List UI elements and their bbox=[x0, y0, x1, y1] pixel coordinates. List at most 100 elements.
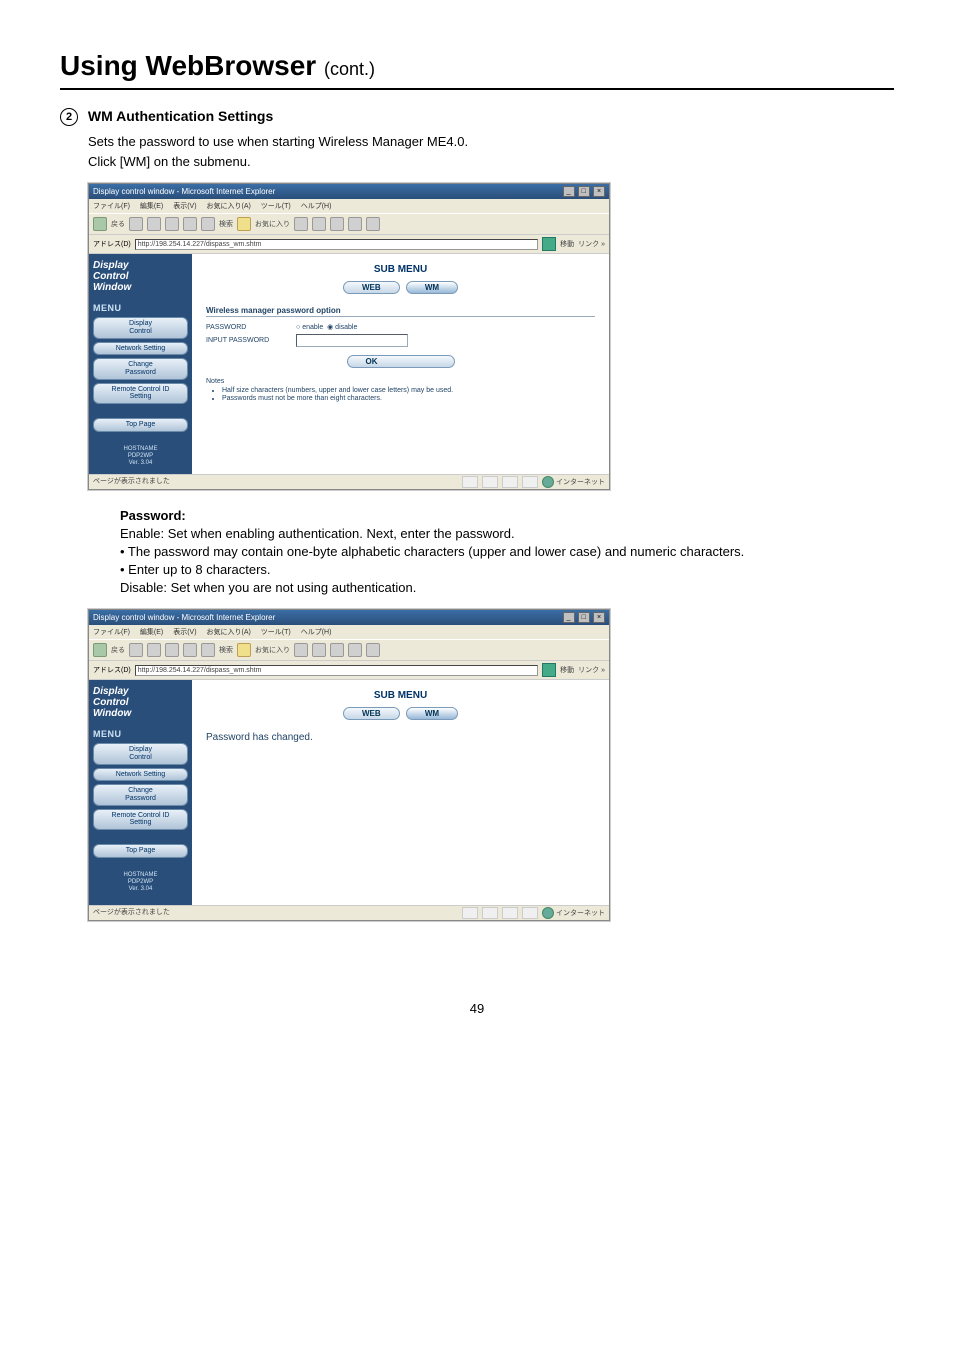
page-title: Using WebBrowser (cont.) bbox=[60, 50, 894, 90]
fav-icon[interactable] bbox=[237, 217, 251, 231]
max-icon[interactable]: □ bbox=[578, 612, 590, 623]
status-cell bbox=[502, 907, 518, 919]
ie-menubar: ファイル(F) 編集(E) 表示(V) お気に入り(A) ツール(T) ヘルプ(… bbox=[89, 199, 609, 213]
history-icon[interactable] bbox=[294, 217, 308, 231]
sidebar-item-network[interactable]: Network Setting bbox=[93, 342, 188, 356]
max-icon[interactable]: □ bbox=[578, 186, 590, 197]
links-label[interactable]: リンク » bbox=[578, 665, 605, 675]
menu-fav[interactable]: お気に入り(A) bbox=[207, 203, 251, 210]
links-label[interactable]: リンク » bbox=[578, 239, 605, 249]
menu-heading: MENU bbox=[93, 729, 188, 739]
addr-label: アドレス(D) bbox=[93, 239, 131, 249]
search-icon[interactable] bbox=[201, 643, 215, 657]
sidebar-item-change-password[interactable]: ChangePassword bbox=[93, 358, 188, 379]
sidebar-item-change-password[interactable]: ChangePassword bbox=[93, 784, 188, 805]
sidebar-item-remote-id[interactable]: Remote Control IDSetting bbox=[93, 383, 188, 404]
back-label[interactable]: 戻る bbox=[111, 645, 125, 655]
menu-view[interactable]: 表示(V) bbox=[173, 203, 196, 210]
tab-wm[interactable]: WM bbox=[406, 707, 458, 720]
addr-label: アドレス(D) bbox=[93, 665, 131, 675]
discuss-icon[interactable] bbox=[366, 643, 380, 657]
discuss-icon[interactable] bbox=[366, 217, 380, 231]
search-label[interactable]: 検索 bbox=[219, 219, 233, 229]
section-heading-text: WM Authentication Settings bbox=[88, 108, 273, 124]
print-icon[interactable] bbox=[330, 643, 344, 657]
edit-icon[interactable] bbox=[348, 643, 362, 657]
refresh-icon[interactable] bbox=[165, 643, 179, 657]
go-icon[interactable] bbox=[542, 663, 556, 677]
menu-help[interactable]: ヘルプ(H) bbox=[301, 629, 332, 636]
ie-window: Display control window - Microsoft Inter… bbox=[88, 609, 610, 921]
edit-icon[interactable] bbox=[348, 217, 362, 231]
menu-heading: MENU bbox=[93, 303, 188, 313]
sidebar: Display Control Window MENU DisplayContr… bbox=[89, 680, 192, 905]
radio-disable[interactable]: ◉ disable bbox=[327, 323, 357, 331]
sidebar-hostinfo: HOSTNAME PDP2WP Ver. 3.04 bbox=[93, 446, 188, 468]
go-label[interactable]: 移動 bbox=[560, 239, 574, 249]
history-icon[interactable] bbox=[294, 643, 308, 657]
sidebar-item-top[interactable]: Top Page bbox=[93, 844, 188, 858]
close-icon[interactable]: × bbox=[593, 612, 605, 623]
menu-edit[interactable]: 編集(E) bbox=[140, 203, 163, 210]
sidebar-item-display-control[interactable]: DisplayControl bbox=[93, 743, 188, 764]
sidebar-hostinfo: HOSTNAME PDP2WP Ver. 3.04 bbox=[93, 872, 188, 894]
fav-label[interactable]: お気に入り bbox=[255, 219, 290, 229]
back-icon[interactable] bbox=[93, 643, 107, 657]
menu-tool[interactable]: ツール(T) bbox=[261, 629, 291, 636]
go-icon[interactable] bbox=[542, 237, 556, 251]
search-label[interactable]: 検索 bbox=[219, 645, 233, 655]
home-icon[interactable] bbox=[183, 217, 197, 231]
fav-icon[interactable] bbox=[237, 643, 251, 657]
globe-icon bbox=[542, 907, 554, 919]
stop-icon[interactable] bbox=[147, 643, 161, 657]
addr-input[interactable]: http://198.254.14.227/dispass_wm.shtm bbox=[135, 239, 538, 250]
stop-icon[interactable] bbox=[147, 217, 161, 231]
menu-view[interactable]: 表示(V) bbox=[173, 629, 196, 636]
window-controls: _ □ × bbox=[562, 186, 605, 197]
tab-wm[interactable]: WM bbox=[406, 281, 458, 294]
print-icon[interactable] bbox=[330, 217, 344, 231]
submenu-tabs: WEB WM bbox=[206, 281, 595, 294]
refresh-icon[interactable] bbox=[165, 217, 179, 231]
menu-tool[interactable]: ツール(T) bbox=[261, 203, 291, 210]
ie-title-text: Display control window - Microsoft Inter… bbox=[93, 613, 275, 622]
desc-line1: Sets the password to use when starting W… bbox=[88, 134, 468, 149]
min-icon[interactable]: _ bbox=[563, 186, 575, 197]
notes-label: Notes bbox=[206, 378, 224, 385]
menu-file[interactable]: ファイル(F) bbox=[93, 203, 130, 210]
ie-toolbar: 戻る 検索 お気に入り bbox=[89, 213, 609, 235]
back-label[interactable]: 戻る bbox=[111, 219, 125, 229]
search-icon[interactable] bbox=[201, 217, 215, 231]
fav-label[interactable]: お気に入り bbox=[255, 645, 290, 655]
min-icon[interactable]: _ bbox=[563, 612, 575, 623]
password-label: PASSWORD bbox=[206, 324, 296, 331]
tab-web[interactable]: WEB bbox=[343, 281, 400, 294]
menu-file[interactable]: ファイル(F) bbox=[93, 629, 130, 636]
menu-edit[interactable]: 編集(E) bbox=[140, 629, 163, 636]
menu-fav[interactable]: お気に入り(A) bbox=[207, 629, 251, 636]
fwd-icon[interactable] bbox=[129, 217, 143, 231]
home-icon[interactable] bbox=[183, 643, 197, 657]
radio-enable[interactable]: ○ enable bbox=[296, 324, 323, 331]
mail-icon[interactable] bbox=[312, 217, 326, 231]
ie-window: Display control window - Microsoft Inter… bbox=[88, 183, 610, 490]
close-icon[interactable]: × bbox=[593, 186, 605, 197]
ie-titlebar: Display control window - Microsoft Inter… bbox=[89, 610, 609, 625]
input-password-field[interactable] bbox=[296, 334, 408, 347]
sidebar-item-display-control[interactable]: DisplayControl bbox=[93, 317, 188, 338]
fwd-icon[interactable] bbox=[129, 643, 143, 657]
sidebar-item-remote-id[interactable]: Remote Control IDSetting bbox=[93, 809, 188, 830]
sidebar-item-top[interactable]: Top Page bbox=[93, 418, 188, 432]
tab-web[interactable]: WEB bbox=[343, 707, 400, 720]
back-icon[interactable] bbox=[93, 217, 107, 231]
status-cell bbox=[502, 476, 518, 488]
enable-line: Enable: Set when enabling authentication… bbox=[120, 526, 894, 541]
go-label[interactable]: 移動 bbox=[560, 665, 574, 675]
addr-input[interactable]: http://198.254.14.227/dispass_wm.shtm bbox=[135, 665, 538, 676]
sidebar-item-network[interactable]: Network Setting bbox=[93, 768, 188, 782]
menu-help[interactable]: ヘルプ(H) bbox=[301, 203, 332, 210]
title-cont: (cont.) bbox=[324, 59, 375, 79]
option-heading: Wireless manager password option bbox=[206, 306, 595, 317]
ok-button[interactable]: OK bbox=[347, 355, 455, 368]
mail-icon[interactable] bbox=[312, 643, 326, 657]
